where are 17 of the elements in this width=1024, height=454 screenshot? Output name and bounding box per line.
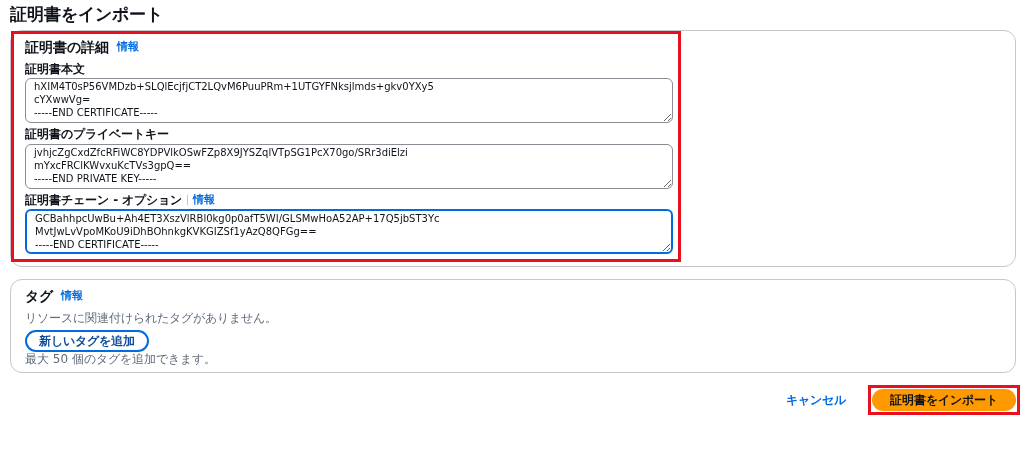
field-label: 証明書チェーン - オプション — [25, 192, 183, 208]
empty-message: リソースに関連付けられたタグがありません。 — [25, 311, 278, 326]
add-tag-button[interactable]: 新しいタグを追加 — [25, 329, 149, 352]
cancel-link[interactable]: キャンセル — [780, 389, 852, 410]
field-label: 証明書本文 — [25, 62, 85, 77]
text-area[interactable]: hXIM4T0sP56VMDzb+SLQlEcjfjCT2LQvM6PuuPRm+1UTGYFNksjlmds+gkv0YXy5 cYXwwVg= -----END CERTIFICATE----- — [25, 78, 673, 124]
text-area[interactable]: jvhjcZgCxdZfcRFiWC8YDPVlkOSwFZp8X9JYSZqlVTpSG1PcX70go/SRr3diElzi mYxcFRClKWvxuKcTVs3gpQ== -----END PRIVATE KEY----- — [25, 143, 673, 189]
import-button[interactable]: 証明書をインポート — [872, 388, 1016, 411]
page-title: 証明書をインポート — [10, 3, 164, 26]
info-link[interactable]: 情報 — [193, 193, 216, 207]
section-title: タグ — [25, 287, 53, 307]
section-title: 証明書の詳細 — [25, 38, 109, 57]
info-link[interactable]: 情報 — [117, 39, 139, 56]
info-link[interactable]: 情報 — [61, 288, 83, 305]
field-label: 証明書のプライベートキー — [25, 127, 169, 142]
text-area[interactable]: GCBahhpcUwBu+Ah4ET3XszVlRBl0kg0p0afT5WI/GLSMwHoA52AP+17Q5jbST3Yc MvtJwLvVpoMKoU9iDhBOhnkgKVKGIZSf1yAzQ8QFGg== -----END CERTIFICATE----- — [25, 209, 673, 255]
hint-text: 最大 50 個のタグを追加できます。 — [25, 351, 217, 366]
